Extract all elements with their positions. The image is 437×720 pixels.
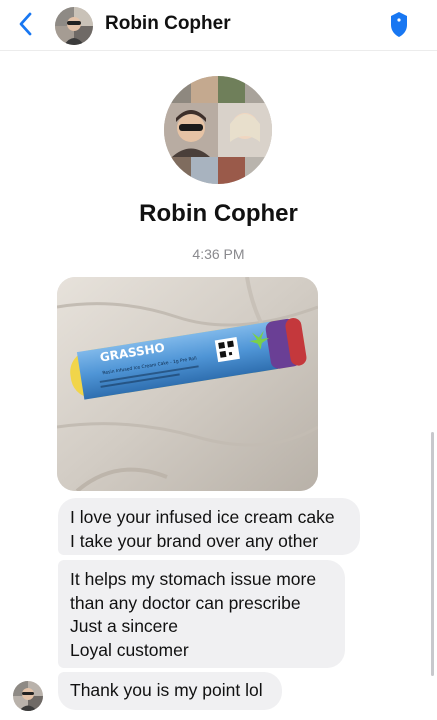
profile-name: Robin Copher <box>139 200 298 227</box>
message-text: I love your infused ice cream cake <box>70 507 335 527</box>
back-button[interactable] <box>14 10 38 38</box>
message-text: Thank you is my point lol <box>70 680 263 700</box>
header-divider <box>0 50 437 51</box>
profile-avatar[interactable] <box>164 76 272 184</box>
message-bubble[interactable]: I love your infused ice cream cake I tak… <box>58 498 360 555</box>
message-text: Loyal customer <box>70 639 189 660</box>
chevron-left-icon <box>19 12 32 36</box>
shield-button[interactable] <box>387 10 411 38</box>
sender-avatar[interactable] <box>13 681 43 711</box>
contact-avatar[interactable] <box>55 7 93 45</box>
message-text: than any doctor can prescribe <box>70 592 301 613</box>
contact-name[interactable]: Robin Copher <box>105 13 231 35</box>
shield-icon <box>391 12 407 37</box>
message-text: Just a sincere <box>70 616 178 636</box>
chat-header: Robin Copher <box>0 0 437 50</box>
scrollbar[interactable] <box>431 432 434 676</box>
message-text: I take your brand over any other <box>70 530 319 551</box>
message-bubble[interactable]: It helps my stomach issue more than any … <box>58 560 345 668</box>
photo-attachment[interactable]: GRASSHO Resin Infused Ice Cream Cake - 1… <box>57 277 318 491</box>
message-text: It helps my stomach issue more <box>70 569 317 589</box>
message-bubble[interactable]: Thank you is my point lol <box>58 672 282 710</box>
message-timestamp: 4:36 PM <box>192 246 245 262</box>
